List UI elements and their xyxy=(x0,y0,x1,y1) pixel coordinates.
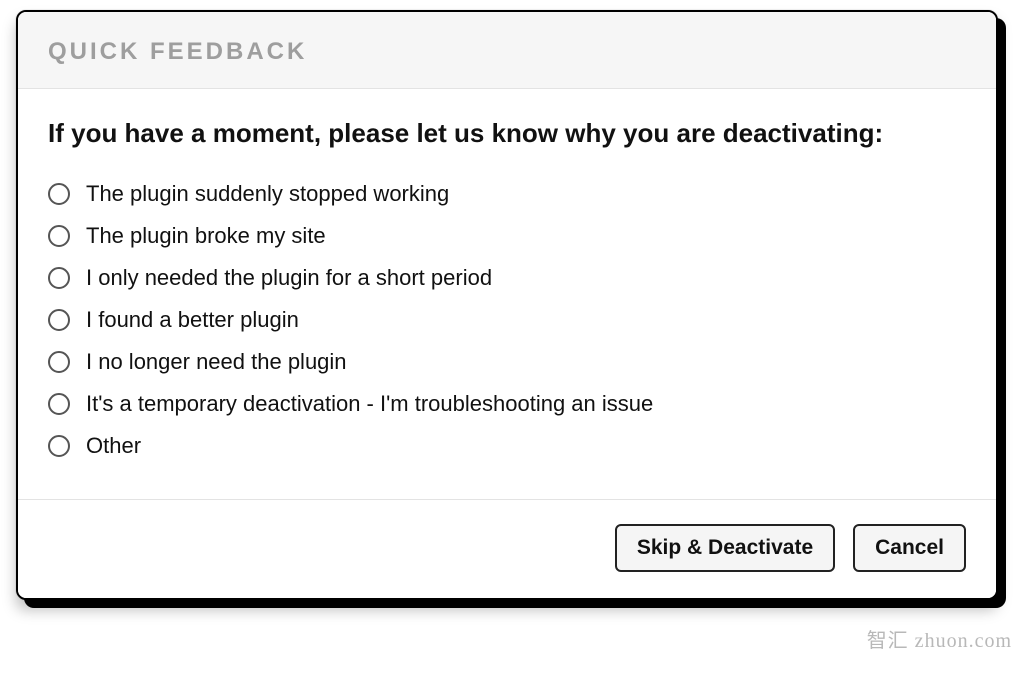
feedback-modal: QUICK FEEDBACK If you have a moment, ple… xyxy=(16,10,998,600)
cancel-button[interactable]: Cancel xyxy=(853,524,966,572)
option-found-better[interactable]: I found a better plugin xyxy=(48,307,966,333)
options-list: The plugin suddenly stopped working The … xyxy=(48,181,966,459)
option-label: It's a temporary deactivation - I'm trou… xyxy=(86,391,653,417)
option-temporary-deactivation[interactable]: It's a temporary deactivation - I'm trou… xyxy=(48,391,966,417)
radio-icon xyxy=(48,309,70,331)
modal-title: QUICK FEEDBACK xyxy=(48,38,966,66)
watermark-text: 智汇 zhuon.com xyxy=(867,624,1012,653)
option-short-period[interactable]: I only needed the plugin for a short per… xyxy=(48,265,966,291)
radio-icon xyxy=(48,267,70,289)
skip-deactivate-button[interactable]: Skip & Deactivate xyxy=(615,524,835,572)
option-label: The plugin broke my site xyxy=(86,223,326,249)
modal-footer: Skip & Deactivate Cancel xyxy=(18,499,996,598)
option-no-longer-need[interactable]: I no longer need the plugin xyxy=(48,349,966,375)
option-label: Other xyxy=(86,433,141,459)
radio-icon xyxy=(48,225,70,247)
modal-header: QUICK FEEDBACK xyxy=(18,12,996,89)
option-label: I only needed the plugin for a short per… xyxy=(86,265,492,291)
modal-body: If you have a moment, please let us know… xyxy=(18,89,996,499)
radio-icon xyxy=(48,435,70,457)
option-stopped-working[interactable]: The plugin suddenly stopped working xyxy=(48,181,966,207)
option-label: I found a better plugin xyxy=(86,307,299,333)
radio-icon xyxy=(48,351,70,373)
radio-icon xyxy=(48,393,70,415)
feedback-question: If you have a moment, please let us know… xyxy=(48,117,966,151)
option-label: The plugin suddenly stopped working xyxy=(86,181,449,207)
option-other[interactable]: Other xyxy=(48,433,966,459)
option-broke-site[interactable]: The plugin broke my site xyxy=(48,223,966,249)
radio-icon xyxy=(48,183,70,205)
option-label: I no longer need the plugin xyxy=(86,349,347,375)
